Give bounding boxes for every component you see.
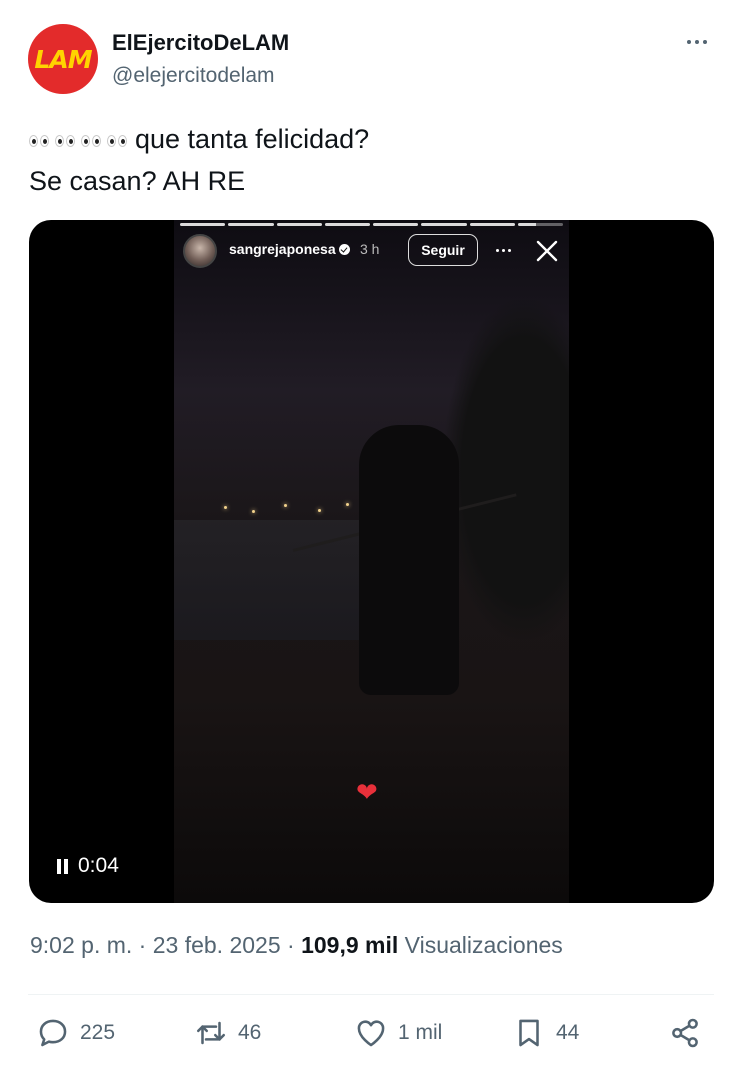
like-count: 1 mil — [398, 1021, 443, 1044]
views-label: Visualizaciones — [398, 932, 563, 958]
story-time: 3 h — [360, 241, 380, 257]
story-more-icon — [496, 242, 518, 258]
eyes-emoji-icon — [29, 134, 127, 147]
bookmark-button[interactable]: 44 — [512, 1016, 579, 1050]
tweet-text: que tanta felicidad? Se casan? AH RE — [29, 118, 719, 202]
views-count: 109,9 mil — [301, 932, 399, 958]
scene-lights — [214, 500, 374, 530]
verified-icon — [338, 244, 350, 255]
avatar[interactable]: LAM — [28, 24, 98, 94]
reply-count: 225 — [80, 1021, 116, 1044]
pause-icon[interactable] — [57, 858, 68, 874]
avatar-logo-text: LAM — [34, 44, 92, 74]
tweet-line-1-text: que tanta felicidad? — [135, 124, 370, 154]
reply-button[interactable]: 225 — [36, 1016, 115, 1050]
story-follow-button: Seguir — [408, 234, 478, 266]
scene-couple-silhouette — [359, 425, 459, 695]
video-controls: 0:04 — [57, 854, 119, 878]
tweet-meta: 9:02 p. m. · 23 feb. 2025 · 109,9 mil Vi… — [30, 932, 563, 959]
tweet-header: LAM ElEjercitoDeLAM @elejercitodelam — [28, 24, 718, 96]
share-button[interactable] — [668, 1016, 702, 1050]
share-icon — [672, 1018, 698, 1048]
story-username-text: sangrejaponesa — [229, 241, 336, 257]
action-bar: 225 46 1 mil 44 — [0, 1010, 741, 1064]
divider — [28, 994, 714, 995]
tweet-line-2: Se casan? AH RE — [29, 166, 246, 196]
story-close-icon — [536, 240, 558, 262]
tweet-line-1: que tanta felicidad? — [29, 118, 719, 160]
retweet-icon — [196, 1021, 226, 1045]
story-progress-bar — [180, 223, 563, 226]
story-frame: sangrejaponesa 3 h Seguir ❤ — [174, 220, 569, 903]
video-elapsed-time: 0:04 — [78, 854, 119, 877]
more-options-icon[interactable] — [682, 30, 712, 54]
repost-button[interactable]: 46 — [194, 1016, 261, 1050]
story-username: sangrejaponesa — [229, 241, 350, 257]
bookmark-icon — [519, 1019, 539, 1047]
meta-separator: · — [280, 932, 302, 958]
repost-count: 46 — [238, 1021, 262, 1044]
tweet-date[interactable]: 23 feb. 2025 — [153, 932, 281, 958]
tweet-time[interactable]: 9:02 p. m. — [30, 932, 132, 958]
story-avatar — [183, 234, 217, 268]
user-handle[interactable]: @elejercitodelam — [112, 64, 275, 88]
like-button[interactable]: 1 mil — [354, 1016, 442, 1050]
reply-icon — [39, 1019, 67, 1047]
heart-sticker-icon: ❤ — [356, 778, 378, 808]
heart-icon — [357, 1020, 385, 1047]
display-name[interactable]: ElEjercitoDeLAM — [112, 30, 289, 56]
meta-separator: · — [132, 932, 153, 958]
bookmark-count: 44 — [556, 1021, 580, 1044]
video-player[interactable]: sangrejaponesa 3 h Seguir ❤ 0:04 — [29, 220, 714, 903]
